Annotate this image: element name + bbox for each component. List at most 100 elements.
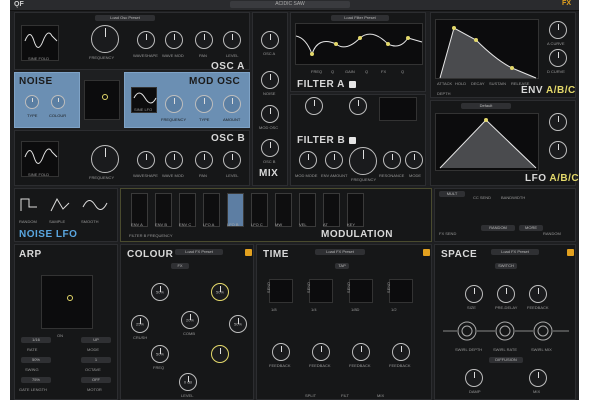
mod-right-pill[interactable]: MORE — [519, 225, 543, 231]
mod-right-pill[interactable]: RANDOM — [481, 225, 515, 231]
space-predelay-knob[interactable] — [497, 285, 515, 303]
time-step-display[interactable] — [309, 279, 333, 303]
time-knob-label: FEEDBACK — [309, 363, 331, 368]
time-feedback-knob[interactable] — [272, 343, 290, 361]
arp-value[interactable]: OFF — [81, 377, 111, 383]
space-size-knob[interactable] — [465, 285, 483, 303]
mod-osc-amount-knob[interactable] — [223, 95, 241, 113]
noise-lfo-item[interactable]: RANDOM — [19, 219, 37, 224]
noise-title: NOISE — [19, 76, 53, 87]
lfo-display[interactable] — [435, 113, 539, 171]
mod-osc-type-knob[interactable] — [195, 95, 213, 113]
preset-selector[interactable]: ACIDIC SAW — [230, 1, 350, 8]
arp-value[interactable]: 75% — [21, 377, 51, 383]
time-step-display[interactable] — [349, 279, 373, 303]
space-mix-knob[interactable] — [529, 369, 547, 387]
colour-drive2-knob[interactable]: 50% — [211, 283, 229, 301]
filter-a-response[interactable] — [295, 23, 423, 65]
lfo-preset[interactable]: Default — [461, 103, 511, 109]
filter-a-drive-knob[interactable] — [349, 97, 367, 115]
mix-mod-osc-knob[interactable] — [261, 105, 279, 123]
colour-crush-knob[interactable]: 25% — [131, 315, 149, 333]
noise-lfo-item[interactable]: SMOOTH — [81, 219, 99, 224]
arp-value[interactable]: 50% — [21, 357, 51, 363]
time-feedback-knob[interactable] — [312, 343, 330, 361]
osc-a-level-knob[interactable] — [223, 31, 241, 49]
mod-osc-frequency-knob[interactable] — [165, 95, 183, 113]
xy-pad[interactable] — [84, 80, 120, 120]
mix-noise-knob[interactable] — [261, 71, 279, 89]
mix-osc-a-knob[interactable] — [261, 31, 279, 49]
time-power-icon[interactable] — [423, 249, 430, 256]
modulation-slot-label: LFO C — [251, 222, 263, 227]
osc-a-waveshape-knob[interactable] — [137, 31, 155, 49]
time-step-display[interactable] — [389, 279, 413, 303]
env-a-curve-knob[interactable] — [549, 21, 567, 39]
arp-value[interactable]: 1 — [81, 357, 111, 363]
arp-value[interactable]: 1/16 — [21, 337, 51, 343]
colour-power-icon[interactable] — [245, 249, 252, 256]
filter-b-env-amount-knob[interactable] — [325, 151, 343, 169]
osc-b-frequency-knob[interactable] — [91, 145, 119, 173]
space-feedback-knob[interactable] — [529, 285, 547, 303]
time-knob-label: FEEDBACK — [389, 363, 411, 368]
osc-a-wavemod-knob[interactable] — [165, 31, 183, 49]
space-badge[interactable]: SWITCH — [495, 263, 517, 269]
space-mod-label: SWIRL MIX — [531, 347, 552, 352]
filter-b-link-icon[interactable] — [349, 137, 356, 144]
filter-b-resonance-knob[interactable] — [383, 151, 401, 169]
arp-display[interactable] — [41, 275, 93, 329]
arp-value[interactable]: UP — [81, 337, 111, 343]
colour-drive-knob[interactable]: 50% — [151, 283, 169, 301]
lfo-title-selector[interactable]: A/B/C — [549, 173, 579, 184]
mix-osc-b-knob[interactable] — [261, 139, 279, 157]
env-title-selector[interactable]: A/B/C — [546, 85, 576, 96]
env-display[interactable] — [435, 19, 539, 79]
osc-a-frequency-knob[interactable] — [91, 25, 119, 53]
space-power-icon[interactable] — [567, 249, 574, 256]
lfo-phase-knob[interactable] — [549, 141, 567, 159]
filter-a-link-icon[interactable] — [349, 81, 356, 88]
time-step-display[interactable] — [269, 279, 293, 303]
filter-b-knob-label: ENV AMOUNT — [321, 173, 348, 178]
osc-a-preset[interactable]: Load Osc Preset — [95, 15, 155, 21]
colour-preset[interactable]: Load FX Preset — [175, 249, 223, 255]
arp-toggle[interactable]: ON — [57, 333, 63, 338]
time-bottom: SPLIT — [305, 393, 317, 398]
noise-type-knob[interactable] — [25, 95, 39, 109]
colour-freq-knob[interactable]: 50% — [151, 345, 169, 363]
mod-right-pill[interactable]: MULT — [439, 191, 465, 197]
space-damp-knob[interactable] — [465, 369, 483, 387]
env-d-curve-knob[interactable] — [549, 49, 567, 67]
filter-b-mod-mode-knob[interactable] — [299, 151, 317, 169]
time-feedback-knob[interactable] — [392, 343, 410, 361]
osc-a-knob-label: PAN — [199, 53, 207, 58]
osc-a-knob-label: WAVESHAPE — [133, 53, 158, 58]
filter-b-mode-knob[interactable] — [405, 151, 423, 169]
colour-title: COLOUR — [127, 249, 174, 260]
osc-b-waveshape-knob[interactable] — [137, 151, 155, 169]
time-badge[interactable]: TAP — [335, 263, 349, 269]
noise-lfo-item[interactable]: SAMPLE — [49, 219, 65, 224]
time-preset[interactable]: Load FX Preset — [315, 249, 365, 255]
fx-button[interactable]: FX — [562, 0, 571, 7]
noise-colour-knob[interactable] — [51, 95, 65, 109]
lfo-rate-knob[interactable] — [549, 113, 567, 131]
space-preset[interactable]: Load FX Preset — [491, 249, 539, 255]
filter-a-preset[interactable]: Load Filter Preset — [331, 15, 389, 21]
colour-comb-knob[interactable]: 20% — [181, 311, 199, 329]
colour-badge[interactable]: FX — [171, 263, 189, 269]
osc-b-wavemod-knob[interactable] — [165, 151, 183, 169]
colour-trim-knob[interactable]: 50% — [229, 315, 247, 333]
osc-a-pan-knob[interactable] — [195, 31, 213, 49]
colour-level-knob[interactable]: 0 dB — [179, 373, 197, 391]
time-feedback-knob[interactable] — [352, 343, 370, 361]
colour-drive3-knob[interactable] — [211, 345, 229, 363]
filter-a-mix-knob[interactable] — [305, 97, 323, 115]
osc-b-level-knob[interactable] — [223, 151, 241, 169]
space-diffusion-pill[interactable]: DIFFUSION — [489, 357, 523, 363]
colour-value: 20% — [185, 317, 194, 323]
osc-b-pan-knob[interactable] — [195, 151, 213, 169]
time-send-label: SEND — [386, 281, 392, 294]
filter-b-frequency-knob[interactable] — [349, 147, 377, 175]
